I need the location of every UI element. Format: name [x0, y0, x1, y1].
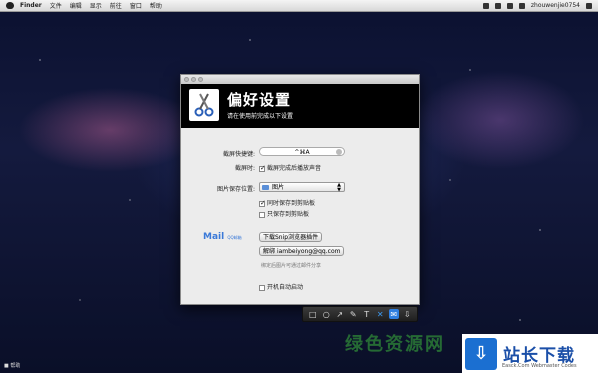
save-icon[interactable]: ⇩: [402, 309, 412, 319]
unbind-label: 解绑: [263, 248, 276, 255]
header-subtitle: 请在使用前完成以下设置: [227, 113, 294, 120]
unbind-button[interactable]: 解绑 iambeiyong@qq.com: [259, 246, 345, 256]
clipboard-only-checkbox[interactable]: [259, 211, 265, 218]
folder-icon: [262, 185, 269, 190]
dock-hint: ■ 帮助: [4, 363, 21, 369]
select-arrows-icon: ▲ ▼: [337, 182, 341, 193]
close-icon[interactable]: ✕: [375, 309, 385, 319]
spotlight-icon[interactable]: [586, 2, 592, 9]
preferences-window: 偏好设置 请在使用前完成以下设置 截屏快捷键: ^⌘A 截屏时: 截屏完成后播放…: [180, 74, 420, 305]
clipboard-also-checkbox[interactable]: [259, 199, 266, 207]
mail-logo-text: Mail: [203, 232, 225, 242]
menu-app-name[interactable]: Finder: [20, 2, 42, 9]
menu-bar: Finder 文件 编辑 显示 前往 窗口 帮助 zhouwenjie0754: [0, 0, 598, 12]
site-url: Easck.Com Webmaster Codes: [502, 363, 577, 369]
zoom-window-button[interactable]: [198, 77, 203, 82]
menu-item-edit[interactable]: 编辑: [70, 1, 82, 10]
menu-user-name[interactable]: zhouwenjie0754: [531, 2, 580, 9]
menu-item-help[interactable]: 帮助: [150, 1, 162, 10]
rectangle-icon[interactable]: □: [308, 309, 318, 319]
save-location-select[interactable]: 图片 ▲ ▼: [259, 182, 345, 193]
volume-icon[interactable]: [506, 2, 513, 9]
site-logo-icon: ⇩: [465, 337, 497, 370]
menu-extras: zhouwenjie0754: [482, 2, 592, 9]
qq-mail-logo: Mail QQ邮箱: [203, 232, 242, 242]
wifi-icon[interactable]: [494, 2, 501, 9]
close-window-button[interactable]: [184, 77, 189, 82]
brush-icon[interactable]: ✎: [348, 309, 358, 319]
clipboard-also-option[interactable]: 同时保存到剪贴板: [259, 198, 315, 207]
shortcut-field[interactable]: ^⌘A: [259, 147, 345, 156]
clipboard-only-text: 只保存到剪贴板: [267, 211, 310, 218]
menu-item-file[interactable]: 文件: [50, 1, 62, 10]
launch-at-login-text: 开机自动启动: [267, 284, 304, 291]
battery-icon[interactable]: [518, 2, 525, 9]
preferences-header: 偏好设置 请在使用前完成以下设置: [181, 84, 419, 128]
mail-note: 绑定后图片可通过邮件分享: [261, 263, 322, 269]
text-icon[interactable]: T: [362, 309, 372, 319]
launch-at-login-checkbox[interactable]: [259, 284, 265, 291]
arrow-icon[interactable]: ↗: [335, 309, 345, 319]
shortcut-label: 截屏快捷键:: [222, 151, 255, 158]
clipboard-also-text: 同时保存到剪贴板: [267, 200, 316, 207]
menu-item-window[interactable]: 窗口: [130, 1, 142, 10]
green-watermark: 绿色资源网: [345, 334, 445, 355]
clear-shortcut-icon[interactable]: [336, 149, 342, 155]
annotation-toolbar: □ ○ ↗ ✎ T ✕ ✉ ⇩: [302, 306, 418, 322]
play-sound-option[interactable]: 截屏完成后播放声音: [259, 163, 321, 172]
mail-logo-sub: QQ邮箱: [227, 235, 242, 240]
bound-email: iambeiyong@qq.com: [276, 248, 341, 255]
scissors-logo-icon: [189, 89, 219, 121]
menu-item-go[interactable]: 前往: [110, 1, 122, 10]
minimize-window-button[interactable]: [191, 77, 196, 82]
ellipse-icon[interactable]: ○: [321, 309, 331, 319]
mail-icon[interactable]: ✉: [388, 309, 399, 319]
clipboard-only-option[interactable]: 只保存到剪贴板: [259, 209, 309, 218]
play-sound-checkbox[interactable]: [259, 164, 266, 172]
play-sound-text: 截屏完成后播放声音: [267, 165, 322, 172]
on-capture-label: 截屏时:: [234, 165, 255, 172]
shortcut-value: ^⌘A: [294, 149, 310, 156]
window-titlebar[interactable]: [181, 75, 419, 84]
launch-at-login-option[interactable]: 开机自动启动: [259, 282, 303, 291]
header-title: 偏好设置: [227, 91, 292, 109]
save-location-label: 图片保存位置:: [216, 186, 255, 193]
status-icon[interactable]: [482, 2, 489, 9]
download-plugin-button[interactable]: 下载Snip浏览器插件: [259, 232, 323, 242]
site-watermark: ⇩ 站长下载 Easck.Com Webmaster Codes: [462, 334, 598, 373]
menu-item-view[interactable]: 显示: [90, 1, 102, 10]
save-location-value: 图片: [272, 184, 285, 191]
apple-icon[interactable]: [6, 2, 14, 9]
